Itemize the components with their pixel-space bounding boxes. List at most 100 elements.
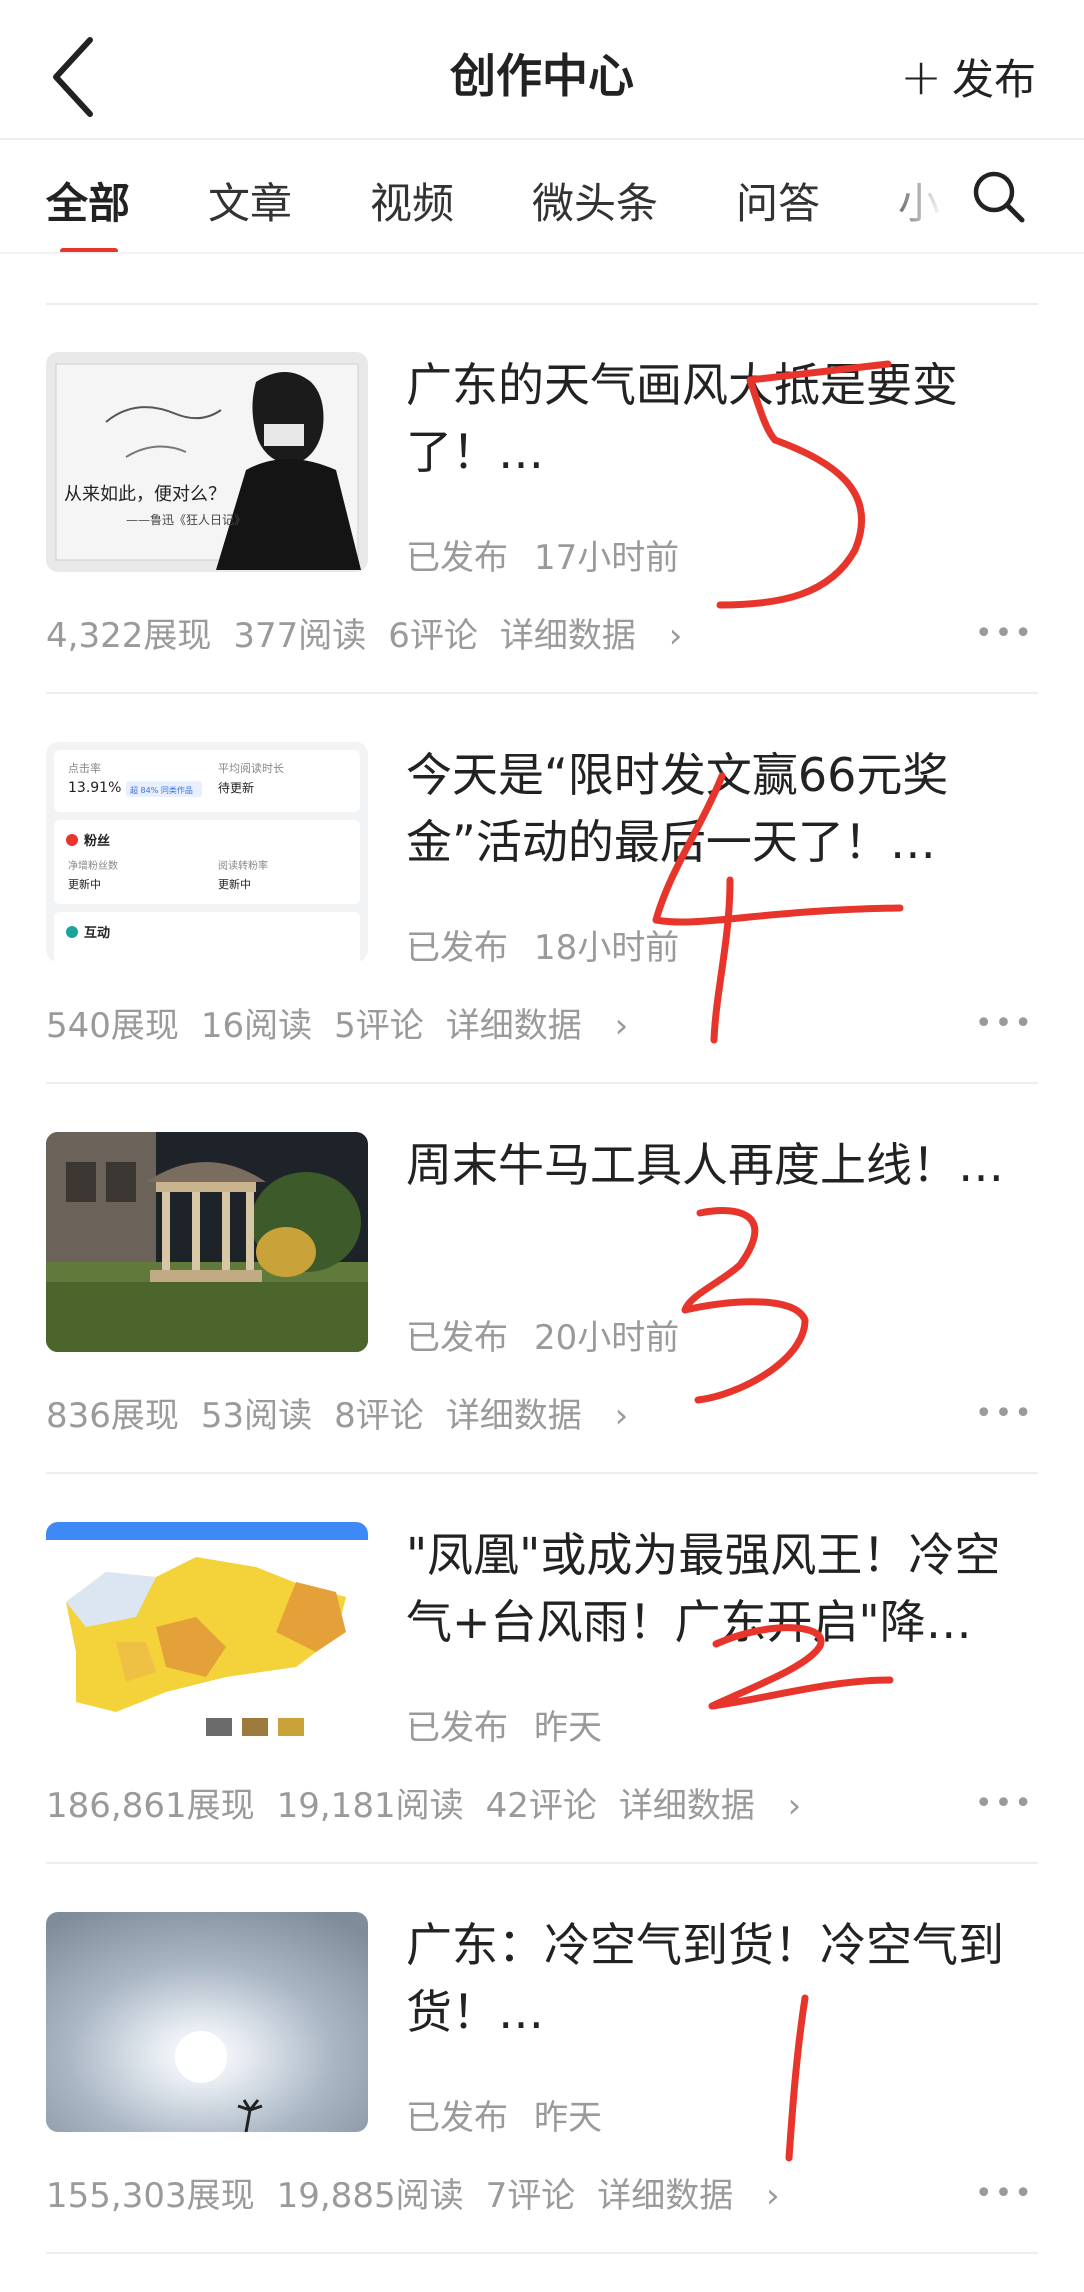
publish-status: 已发布 昨天	[406, 2090, 628, 2139]
article-title[interactable]: 广东：冷空气到货！冷空气到货！…	[406, 1912, 1026, 2046]
impressions-count: 836展现	[46, 1396, 179, 1436]
card-divider	[46, 1862, 1038, 1864]
thumb-stat-value: 更新中	[68, 877, 101, 891]
detail-data-link[interactable]: 详细数据 ›	[597, 2176, 801, 2216]
publish-time: 20小时前	[534, 1318, 680, 1358]
comments-count[interactable]: 7评论	[486, 2176, 576, 2216]
chevron-right-icon: ›	[668, 616, 683, 656]
article-stats: 155,303展现 19,885阅读 7评论 详细数据 ›	[46, 2168, 824, 2217]
article-stats: 4,322展现 377阅读 6评论 详细数据 ›	[46, 608, 726, 657]
article-stats: 836展现 53阅读 8评论 详细数据 ›	[46, 1388, 672, 1437]
publish-time: 昨天	[534, 1708, 602, 1748]
tab-videos[interactable]: 视频	[370, 170, 454, 231]
comments-count[interactable]: 8评论	[334, 1396, 424, 1436]
reads-count: 16阅读	[200, 1006, 313, 1046]
article-card[interactable]: 周末牛马工具人再度上线！… 已发布 20小时前 836展现 53阅读 8评论 详细数据 …	[0, 1132, 1084, 1512]
article-title[interactable]: "凤凰"或成为最强风王！冷空气+台风雨！广东开启"降温"模式	[406, 1522, 1026, 1656]
thumb-stat-value: 更新中	[218, 877, 251, 891]
thumb-stat-label: 平均阅读时长	[218, 761, 284, 775]
status-text: 已发布	[406, 2098, 508, 2138]
more-options-icon[interactable]: •••	[975, 1786, 1034, 1821]
thumb-stat-label: 净增粉丝数	[68, 859, 118, 872]
status-text: 已发布	[406, 1318, 508, 1358]
impressions-count: 155,303展现	[46, 2176, 255, 2216]
article-thumbnail: 从来如此，便对么？ ——鲁迅《狂人日记》	[46, 352, 368, 572]
article-stats: 186,861展现 19,181阅读 42评论 详细数据 ›	[46, 1778, 845, 1827]
article-thumbnail: 点击率 13.91% 超 84% 同类作品 平均阅读时长 待更新 粉丝 净增粉丝…	[46, 742, 368, 962]
article-thumbnail	[46, 1912, 368, 2132]
publish-status: 已发布 20小时前	[406, 1310, 705, 1359]
detail-data-label: 详细数据	[597, 2176, 734, 2216]
reads-count: 377阅读	[233, 616, 367, 656]
thumb-section-title: 粉丝	[84, 833, 110, 849]
status-text: 已发布	[406, 928, 508, 968]
thumb-stat-value: 待更新	[218, 780, 254, 795]
publish-label: 发布	[951, 55, 1036, 104]
feed-divider	[46, 303, 1038, 305]
article-stats: 540展现 16阅读 5评论 详细数据 ›	[46, 998, 672, 1047]
article-card[interactable]: 从来如此，便对么？ ——鲁迅《狂人日记》 广东的天气画风大抵是要变了！… 已发布…	[0, 352, 1084, 732]
header-bar: 创作中心 + 发布	[0, 0, 1084, 140]
publish-button[interactable]: + 发布	[900, 46, 1036, 107]
detail-data-link[interactable]: 详细数据 ›	[446, 1396, 650, 1436]
article-thumbnail	[46, 1522, 368, 1742]
article-title[interactable]: 今天是“限时发文赢66元奖金”活动的最后一天了！…	[406, 742, 1026, 876]
publish-status: 已发布 18小时前	[406, 920, 705, 969]
impressions-count: 186,861展现	[46, 1786, 255, 1826]
publish-status: 已发布 17小时前	[406, 530, 705, 579]
reads-count: 19,181阅读	[276, 1786, 464, 1826]
more-options-icon[interactable]: •••	[975, 616, 1034, 651]
more-options-icon[interactable]: •••	[975, 1006, 1034, 1041]
impressions-count: 540展现	[46, 1006, 179, 1046]
publish-time: 18小时前	[534, 928, 680, 968]
plus-icon: +	[900, 47, 942, 106]
detail-data-label: 详细数据	[445, 1006, 582, 1046]
tab-fade-overlay	[880, 140, 970, 250]
card-divider	[46, 1082, 1038, 1084]
chevron-right-icon: ›	[614, 1396, 629, 1436]
thumb-stat-label: 点击率	[68, 761, 101, 775]
status-text: 已发布	[406, 538, 508, 578]
thumb-quote: 从来如此，便对么？	[64, 484, 226, 505]
chevron-right-icon: ›	[614, 1006, 629, 1046]
article-title[interactable]: 周末牛马工具人再度上线！…	[406, 1132, 1026, 1199]
card-divider	[46, 1472, 1038, 1474]
card-divider	[46, 2252, 1038, 2254]
comments-count[interactable]: 42评论	[486, 1786, 597, 1826]
tab-qa[interactable]: 问答	[736, 170, 820, 231]
tabs-divider	[0, 252, 1084, 254]
detail-data-link[interactable]: 详细数据 ›	[500, 616, 704, 656]
detail-data-link[interactable]: 详细数据 ›	[619, 1786, 823, 1826]
card-divider	[46, 692, 1038, 694]
more-options-icon[interactable]: •••	[975, 2176, 1034, 2211]
publish-time: 17小时前	[534, 538, 680, 578]
article-title[interactable]: 广东的天气画风大抵是要变了！…	[406, 352, 1026, 486]
comments-count[interactable]: 6评论	[388, 616, 478, 656]
tab-articles[interactable]: 文章	[208, 170, 292, 231]
publish-status: 已发布 昨天	[406, 1700, 628, 1749]
tab-all[interactable]: 全部	[46, 170, 130, 231]
detail-data-link[interactable]: 详细数据 ›	[446, 1006, 650, 1046]
chevron-right-icon: ›	[766, 2176, 780, 2216]
tab-micro-posts[interactable]: 微头条	[532, 170, 658, 231]
detail-data-label: 详细数据	[499, 616, 636, 656]
reads-count: 19,885阅读	[276, 2176, 464, 2216]
search-icon[interactable]	[970, 168, 1026, 224]
chevron-right-icon: ›	[787, 1786, 802, 1826]
article-card[interactable]: "凤凰"或成为最强风王！冷空气+台风雨！广东开启"降温"模式 已发布昨天 186…	[0, 1522, 1084, 1902]
article-card[interactable]: 广东：冷空气到货！冷空气到货！… 已发布 昨天 155,303展现 19,885阅读…	[0, 1912, 1084, 2292]
thumb-stat-label: 阅读转粉率	[218, 859, 268, 872]
thumb-quote-source: ——鲁迅《狂人日记》	[126, 513, 246, 527]
publish-time: 昨天	[534, 2098, 602, 2138]
reads-count: 53阅读	[200, 1396, 313, 1436]
more-options-icon[interactable]: •••	[975, 1396, 1034, 1431]
article-thumbnail	[46, 1132, 368, 1352]
impressions-count: 4,322展现	[46, 616, 212, 656]
thumb-stat-tag: 超 84% 同类作品	[130, 785, 193, 795]
article-card[interactable]: 点击率 13.91% 超 84% 同类作品 平均阅读时长 待更新 粉丝 净增粉丝…	[0, 742, 1084, 1122]
detail-data-label: 详细数据	[618, 1786, 755, 1826]
comments-count[interactable]: 5评论	[334, 1006, 424, 1046]
annotation-label: 5	[680, 350, 681, 351]
status-text: 已发布	[406, 1708, 508, 1748]
detail-data-label: 详细数据	[445, 1396, 582, 1436]
